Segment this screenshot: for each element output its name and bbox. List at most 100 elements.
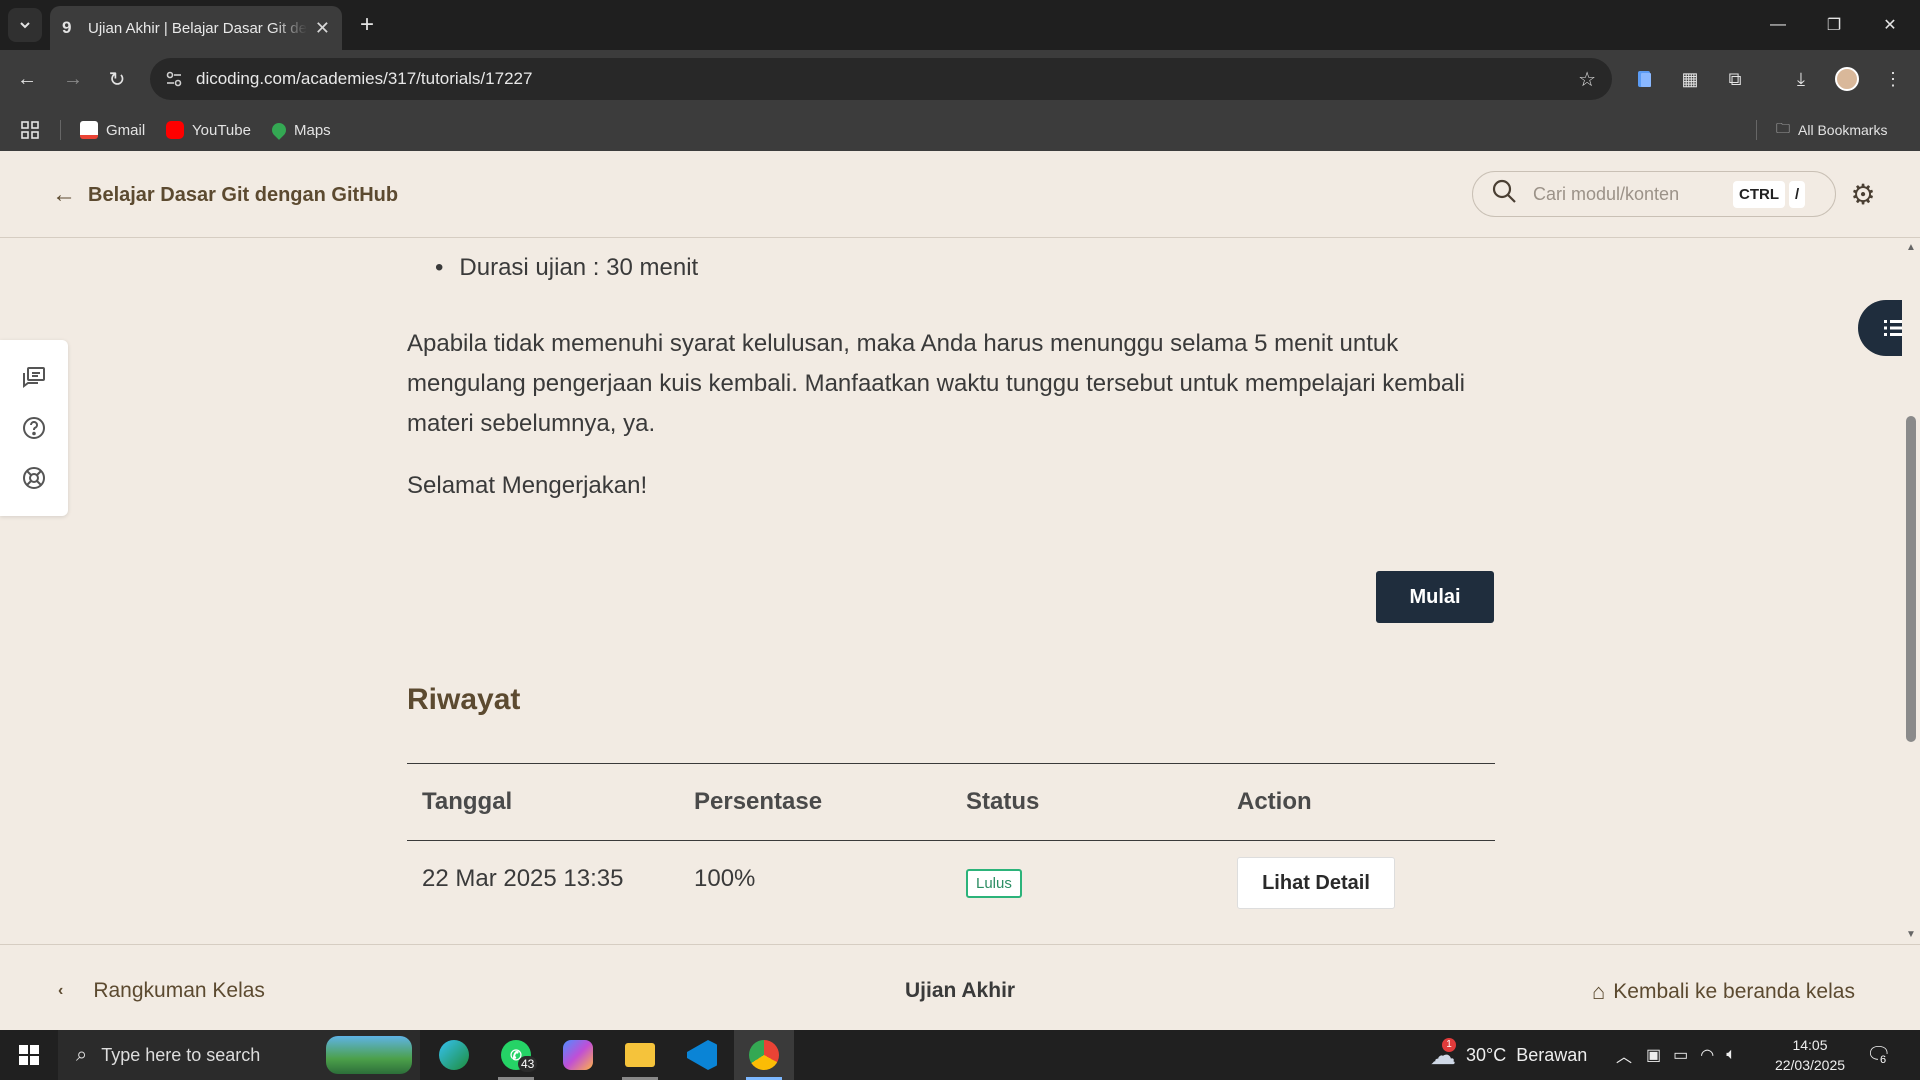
wifi-icon[interactable]: ◠: [1700, 1045, 1714, 1065]
extensions-icon[interactable]: ⧉: [1720, 64, 1750, 94]
weather-alert-badge: 1: [1442, 1037, 1456, 1052]
cell-percent: 100%: [694, 865, 756, 892]
discussion-icon[interactable]: [20, 364, 48, 392]
column-header-percent: Persentase: [694, 788, 823, 815]
battery-icon[interactable]: ▭: [1673, 1045, 1688, 1065]
home-icon: ⌂: [1592, 979, 1606, 1004]
back-to-class-home-link[interactable]: ⌂ Kembali ke beranda kelas: [1592, 979, 1855, 1005]
current-module-label: Ujian Akhir: [905, 979, 1016, 1002]
edge-icon: [439, 1040, 469, 1070]
notification-count: 6: [1878, 1054, 1889, 1066]
cloud-icon: ☁ 1: [1430, 1037, 1456, 1070]
bookmarks-bar: Gmail YouTube Maps 🗀 All Bookmarks: [0, 108, 1920, 151]
browser-toolbar: ← → ↻ dicoding.com/academies/317/tutoria…: [0, 50, 1920, 108]
taskbar-file-explorer[interactable]: [610, 1030, 670, 1080]
scrollbar-thumb[interactable]: [1906, 416, 1916, 742]
weather-text: 30°C Berawan: [1466, 1044, 1588, 1065]
back-button[interactable]: ←: [10, 62, 44, 96]
taskbar-vscode[interactable]: [672, 1030, 732, 1080]
weather-widget[interactable]: ☁ 1 30°C Berawan: [1430, 1030, 1587, 1080]
previous-module-link[interactable]: ‹ Rangkuman Kelas: [58, 979, 265, 1003]
whatsapp-unread-badge: 43: [518, 1056, 538, 1072]
forward-button[interactable]: →: [56, 62, 90, 96]
search-highlight-image: [326, 1036, 412, 1074]
maps-icon: [269, 120, 289, 140]
meet-now-icon[interactable]: ▣: [1646, 1045, 1661, 1065]
browser-tab-active[interactable]: 9 Ujian Akhir | Belajar Dasar Git dengan…: [50, 6, 342, 50]
taskbar-search[interactable]: ⌕ Type here to search: [58, 1030, 420, 1080]
view-detail-button[interactable]: Lihat Detail: [1237, 857, 1395, 909]
site-info-icon[interactable]: [162, 67, 186, 91]
new-tab-button[interactable]: +: [352, 10, 382, 40]
column-header-status: Status: [966, 788, 1040, 815]
apps-grid-icon[interactable]: [20, 116, 40, 144]
menu-kebab-icon[interactable]: ⋮: [1878, 64, 1908, 94]
closing-text: Selamat Mengerjakan!: [407, 472, 648, 499]
all-bookmarks-button[interactable]: 🗀 All Bookmarks: [1776, 116, 1887, 144]
close-icon[interactable]: ✕: [315, 18, 330, 39]
taskbar-chrome[interactable]: [734, 1030, 794, 1080]
bookmark-label: Maps: [294, 121, 331, 139]
chevron-up-icon[interactable]: ︿: [1616, 1043, 1632, 1067]
volume-icon[interactable]: 🔈︎: [1726, 1046, 1736, 1064]
address-bar[interactable]: dicoding.com/academies/317/tutorials/172…: [150, 58, 1612, 100]
windows-start-button[interactable]: [0, 1030, 58, 1080]
all-bookmarks-label: All Bookmarks: [1798, 122, 1888, 138]
scroll-down-icon[interactable]: ▼: [1906, 929, 1916, 940]
search-icon: ⌕: [76, 1043, 88, 1066]
help-circle-icon[interactable]: [20, 414, 48, 442]
bookmark-label: YouTube: [192, 121, 251, 139]
start-exam-button[interactable]: Mulai: [1376, 571, 1494, 623]
page-scrollbar[interactable]: ▲ ▼: [1902, 238, 1920, 944]
home-link-label: Kembali ke beranda kelas: [1613, 980, 1855, 1003]
status-badge: Lulus: [966, 869, 1022, 898]
bookmark-maps[interactable]: Maps: [269, 116, 331, 144]
bookmark-gmail[interactable]: Gmail: [80, 116, 145, 144]
taskbar-search-placeholder: Type here to search: [101, 1044, 261, 1065]
vscode-icon: [687, 1040, 717, 1070]
search-icon: [1491, 178, 1517, 210]
restore-button[interactable]: ❐: [1806, 0, 1862, 50]
taskbar-copilot[interactable]: [548, 1030, 608, 1080]
browser-tab-strip: 9 Ujian Akhir | Belajar Dasar Git dengan…: [0, 0, 1920, 50]
windows-taskbar: ⌕ Type here to search ✆ 43 ☁ 1 30°C Beraw…: [0, 1030, 1920, 1080]
qr-code-icon[interactable]: ▦: [1675, 64, 1705, 94]
system-tray: ︿ ▣ ▭ ◠ 🔈︎: [1616, 1030, 1736, 1080]
module-search[interactable]: CTRL /: [1472, 171, 1836, 217]
download-icon[interactable]: ⤓: [1786, 64, 1816, 94]
chrome-icon: [749, 1040, 779, 1070]
taskbar-whatsapp[interactable]: ✆: [486, 1030, 546, 1080]
history-table: Tanggal Persentase Status Action 22 Mar …: [407, 763, 1495, 925]
dicoding-favicon-icon: 9: [62, 18, 72, 37]
taskbar-edge[interactable]: [424, 1030, 484, 1080]
notification-center-button[interactable]: 🗨︎ 6: [1866, 1042, 1891, 1067]
minimize-button[interactable]: —: [1750, 0, 1806, 50]
scroll-up-icon[interactable]: ▲: [1906, 242, 1916, 253]
close-window-button[interactable]: ✕: [1862, 0, 1918, 50]
back-to-course-link[interactable]: ← Belajar Dasar Git dengan GitHub: [52, 181, 398, 209]
gear-icon[interactable]: ⚙: [1846, 177, 1880, 211]
tab-search-button[interactable]: [8, 8, 42, 42]
course-header: ← Belajar Dasar Git dengan GitHub CTRL /…: [0, 151, 1920, 238]
bookmark-label: Gmail: [106, 121, 146, 139]
url-text: dicoding.com/academies/317/tutorials/172…: [196, 69, 533, 88]
profile-avatar-icon[interactable]: [1832, 64, 1862, 94]
exam-rules-paragraph: Apabila tidak memenuhi syarat kelulusan,…: [407, 330, 1465, 437]
shortcut-ctrl-key: CTRL: [1733, 180, 1785, 208]
reload-button[interactable]: ↻: [100, 62, 134, 96]
arrow-left-icon: ←: [52, 181, 76, 208]
system-clock[interactable]: 14:05 22/03/2025: [1768, 1035, 1852, 1075]
bookmark-youtube[interactable]: YouTube: [166, 116, 251, 144]
lifebuoy-icon[interactable]: [20, 464, 48, 492]
search-input[interactable]: [1533, 183, 1729, 205]
gmail-icon: [80, 121, 98, 139]
chevron-left-icon: ‹: [58, 982, 64, 999]
table-header: Tanggal Persentase Status Action: [407, 764, 1495, 841]
copilot-icon: [563, 1040, 593, 1070]
column-header-action: Action: [1237, 788, 1312, 815]
reading-list-icon[interactable]: [1630, 64, 1660, 94]
bookmark-star-icon[interactable]: ☆: [1578, 67, 1596, 92]
column-header-date: Tanggal: [422, 788, 513, 815]
clock-time: 14:05: [1792, 1037, 1828, 1053]
folder-icon: [625, 1043, 655, 1067]
